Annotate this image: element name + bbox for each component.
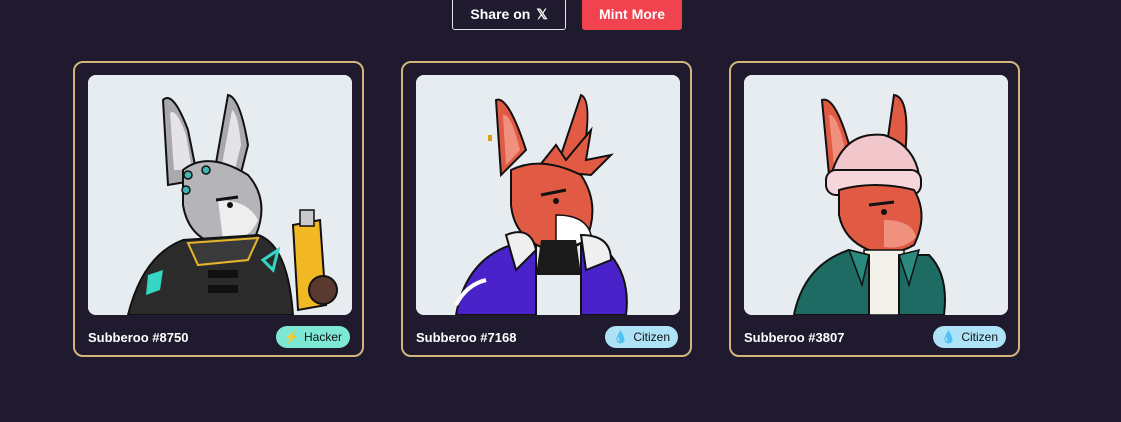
nft-card[interactable]: Subberoo #8750 ⚡ Hacker [73,61,364,357]
share-on-x-button[interactable]: Share on 𝕏 [452,0,566,30]
mint-more-button[interactable]: Mint More [582,0,682,30]
nft-name: Subberoo #8750 [88,330,189,345]
lightning-icon: ⚡ [284,330,299,344]
action-bar: Share on 𝕏 Mint More [452,0,682,30]
nft-image-kangaroo-beanie[interactable] [744,75,1008,315]
badge-label: Hacker [303,330,342,344]
nft-name: Subberoo #7168 [416,330,517,345]
role-badge-citizen: 💧 Citizen [933,326,1006,348]
nft-card[interactable]: Subberoo #7168 💧 Citizen [401,61,692,357]
x-logo-icon: 𝕏 [536,5,548,22]
share-button-label: Share on [470,6,531,22]
role-badge-citizen: 💧 Citizen [605,326,678,348]
nft-card-list: Subberoo #8750 ⚡ Hacker Subberoo #7168 💧… [73,61,1020,357]
water-drop-icon: 💧 [613,330,629,344]
water-drop-icon: 💧 [941,330,957,344]
role-badge-hacker: ⚡ Hacker [276,326,350,348]
nft-name: Subberoo #3807 [744,330,845,345]
nft-image-grey-rabbit[interactable] [88,75,352,315]
nft-card[interactable]: Subberoo #3807 💧 Citizen [729,61,1020,357]
badge-label: Citizen [961,330,998,344]
badge-label: Citizen [633,330,670,344]
nft-image-kangaroo-jacket[interactable] [416,75,680,315]
